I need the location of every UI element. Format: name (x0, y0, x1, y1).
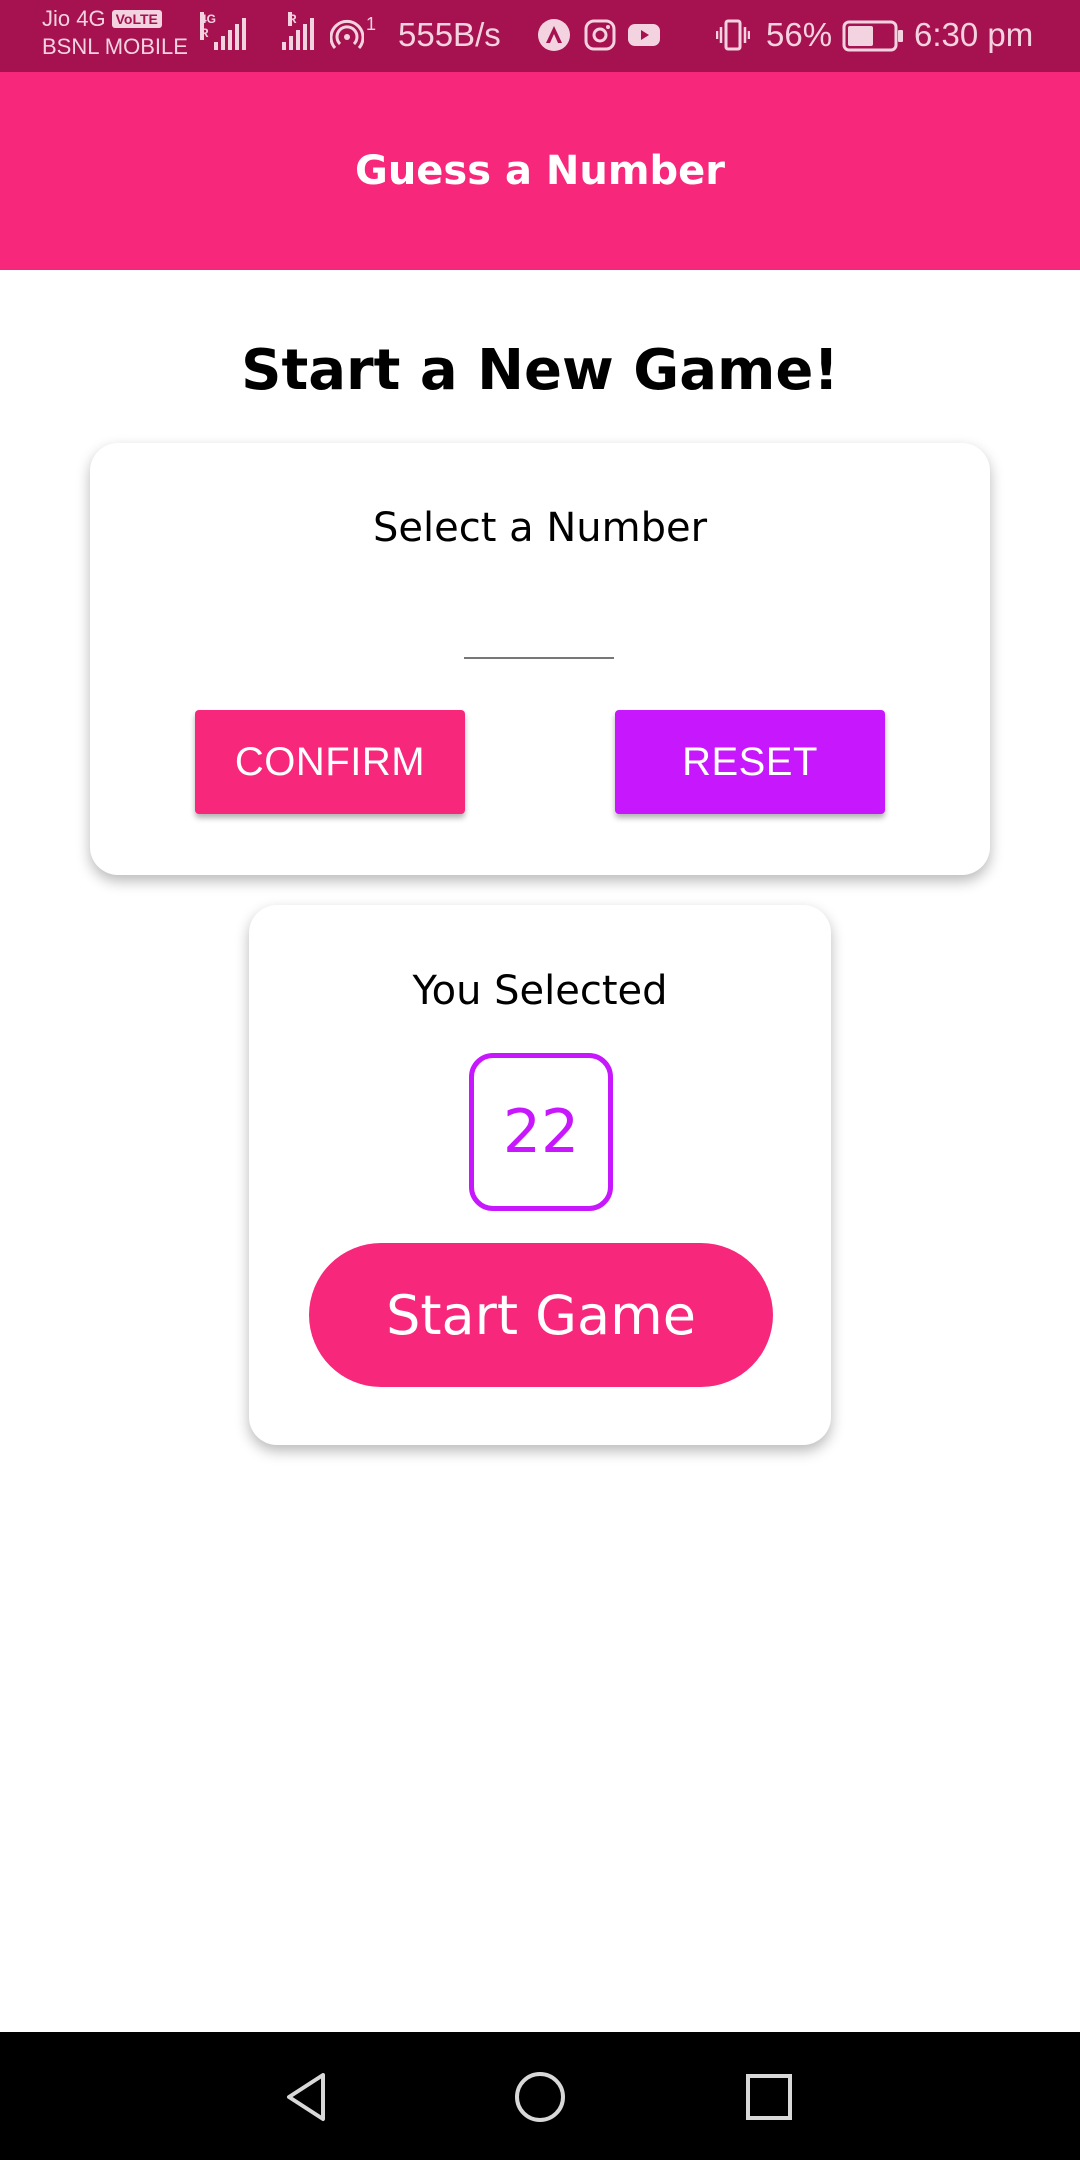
app-header: Guess a Number (0, 72, 1080, 270)
carrier-info: Jio 4G VoLTE BSNL MOBILE (42, 8, 188, 58)
status-bar: Jio 4G VoLTE BSNL MOBILE 4G R R 1 555B/s… (0, 0, 1080, 72)
selected-number-card: You Selected 22 Start Game (249, 905, 831, 1445)
app-notification-icon (538, 19, 570, 51)
instagram-icon (584, 19, 616, 51)
app-title: Guess a Number (354, 148, 726, 194)
hotspot-count: 1 (366, 14, 377, 34)
battery-icon (842, 20, 903, 52)
signal-icon-2: R (282, 12, 314, 50)
home-button[interactable] (505, 2062, 575, 2132)
battery-percent: 56% (766, 16, 833, 53)
clock: 6:30 pm (914, 16, 1034, 53)
roaming-tag: R (288, 12, 297, 26)
signal-icon-1: 4G R (200, 12, 246, 50)
hotspot-icon (330, 19, 364, 49)
number-input-card: Select a Number CONFIRM RESET (90, 443, 990, 875)
start-game-button[interactable]: Start Game (309, 1243, 773, 1387)
you-selected-label: You Selected (412, 968, 668, 1014)
volte-badge: VoLTE (111, 10, 162, 28)
selected-number: 22 (469, 1053, 613, 1211)
data-speed: 555B/s (398, 16, 501, 53)
navigation-bar (0, 2032, 1080, 2160)
recents-icon (746, 2074, 792, 2120)
youtube-icon (628, 24, 660, 46)
page-title: Start a New Game! (241, 338, 839, 403)
home-icon (515, 2072, 565, 2122)
vibrate-icon (716, 19, 750, 51)
select-number-label: Select a Number (372, 505, 708, 551)
network-tag: 4G R (200, 12, 217, 40)
back-button[interactable] (272, 2062, 342, 2132)
recents-button[interactable] (734, 2062, 804, 2132)
back-icon (287, 2073, 325, 2121)
carrier-2: BSNL MOBILE (42, 34, 188, 59)
reset-button[interactable]: RESET (615, 710, 885, 814)
carrier-1: Jio 4G (42, 6, 106, 31)
confirm-button[interactable]: CONFIRM (195, 710, 465, 814)
number-input[interactable] (464, 593, 614, 659)
